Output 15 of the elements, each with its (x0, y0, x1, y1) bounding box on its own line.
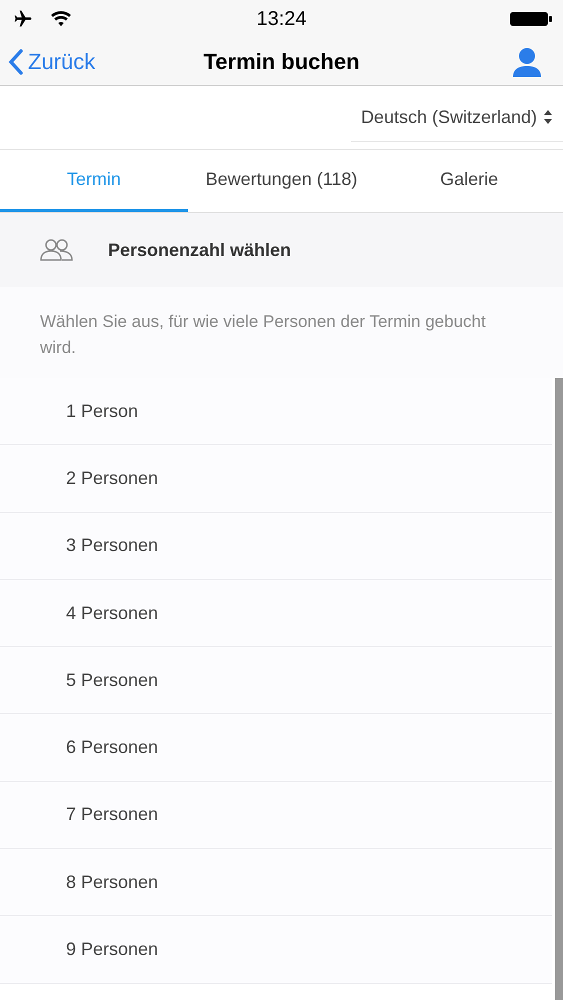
wifi-icon (50, 10, 72, 28)
battery-icon (509, 10, 553, 28)
tab[interactable]: Galerie (375, 150, 563, 212)
people-icon (40, 238, 74, 262)
user-icon[interactable] (511, 46, 543, 78)
tab[interactable]: Bewertungen (118) (188, 150, 376, 212)
language-select[interactable]: Deutsch (Switzerland) (350, 94, 563, 142)
back-button[interactable]: Zurück (8, 45, 168, 78)
section-description: Wählen Sie aus, für wie viele Personen der Termin gebucht wird. (40, 311, 487, 359)
chevron-left-icon (8, 48, 24, 76)
nav-title: Termin buchen (203, 48, 360, 76)
section-title: Personenzahl wählen (108, 238, 292, 262)
option-row[interactable]: 3 Personen (0, 512, 552, 580)
sort-caret-icon (543, 109, 553, 125)
status-time: 13:24 (256, 7, 307, 32)
